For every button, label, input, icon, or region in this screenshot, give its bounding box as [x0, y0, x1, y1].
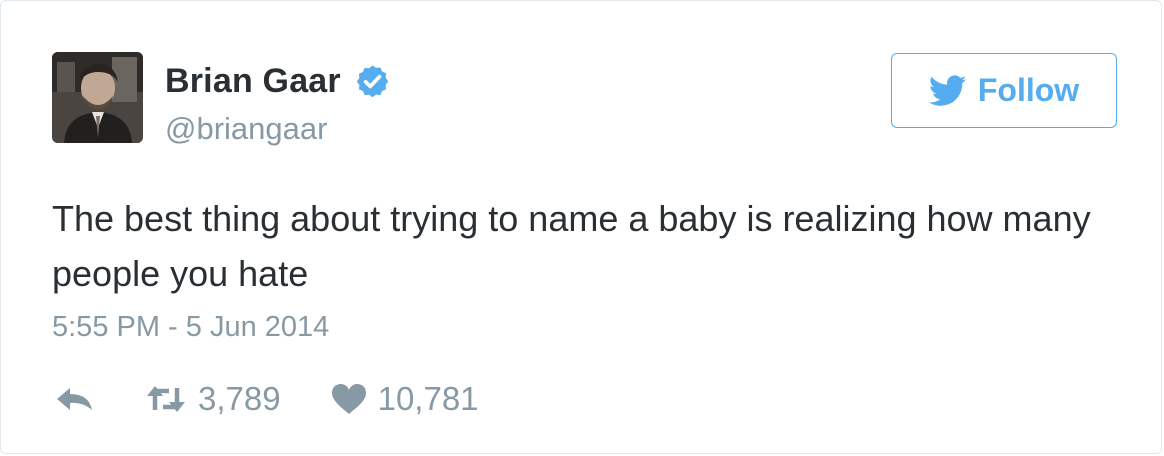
retweet-button[interactable]: 3,789 — [145, 380, 281, 418]
reply-arrow-icon — [57, 388, 92, 410]
verified-badge-icon — [356, 64, 389, 97]
display-name[interactable]: Brian Gaar — [165, 62, 341, 101]
reply-button[interactable] — [55, 385, 95, 413]
user-handle[interactable]: @briangaar — [165, 111, 327, 147]
follow-button-label: Follow — [977, 72, 1080, 108]
user-name-row: Brian Gaar — [165, 59, 391, 103]
avatar[interactable] — [52, 52, 143, 143]
tweet-actions: 3,789 10,781 — [55, 377, 479, 421]
like-button[interactable]: 10,781 — [331, 380, 479, 418]
follow-button[interactable]: Follow — [891, 53, 1117, 128]
avatar-photo — [52, 52, 143, 143]
like-count: 10,781 — [377, 380, 479, 417]
retweet-icon — [147, 386, 185, 412]
tweet-timestamp[interactable]: 5:55 PM - 5 Jun 2014 — [52, 311, 329, 344]
twitter-bird-icon — [928, 74, 967, 106]
tweet-card: Brian Gaar @briangaar Follow The best th… — [0, 0, 1162, 454]
tweet-text: The best thing about trying to name a ba… — [52, 198, 1091, 294]
retweet-count: 3,789 — [198, 380, 281, 417]
heart-icon — [331, 384, 366, 414]
